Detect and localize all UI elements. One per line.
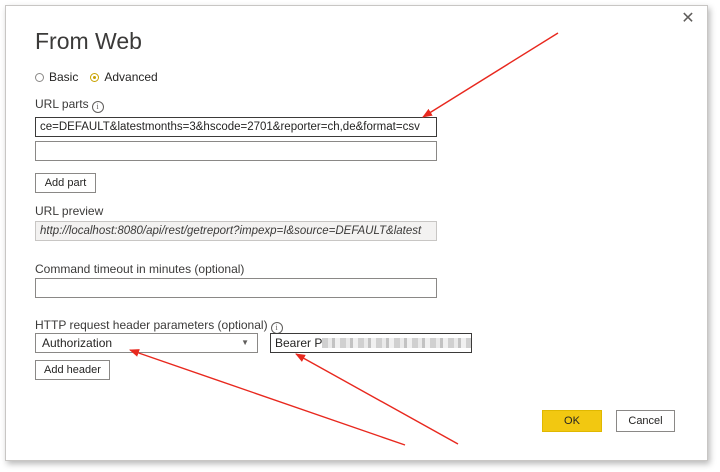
url-parts-label: URL parts <box>35 97 89 111</box>
radio-advanced-indicator <box>90 72 100 82</box>
url-preview-field: http://localhost:8080/api/rest/getreport… <box>35 221 437 241</box>
radio-basic-indicator <box>35 72 44 82</box>
radio-basic[interactable]: Basic <box>35 70 78 84</box>
timeout-input[interactable] <box>35 278 437 298</box>
chevron-down-icon: ▼ <box>241 338 249 347</box>
info-icon[interactable]: i <box>91 101 104 113</box>
close-icon[interactable]: ✕ <box>681 11 695 27</box>
url-parts-label-row: URL parts i <box>35 97 104 113</box>
url-preview-label: URL preview <box>35 204 104 218</box>
radio-advanced[interactable]: Advanced <box>90 70 158 84</box>
url-part-2-input[interactable] <box>35 141 437 161</box>
timeout-label: Command timeout in minutes (optional) <box>35 262 245 276</box>
add-part-button[interactable]: Add part <box>35 173 96 193</box>
cancel-button[interactable]: Cancel <box>616 410 675 432</box>
radio-advanced-label: Advanced <box>104 70 158 84</box>
header-name-value: Authorization <box>42 336 113 350</box>
radio-basic-label: Basic <box>49 70 79 84</box>
header-value-input[interactable]: Bearer P2 <box>270 333 472 353</box>
headers-label: HTTP request header parameters (optional… <box>35 318 268 332</box>
ok-button[interactable]: OK <box>542 410 602 432</box>
mode-radio-group: Basic Advanced <box>35 70 170 84</box>
url-preview-value: http://localhost:8080/api/rest/getreport… <box>40 225 422 237</box>
dialog-title: From Web <box>35 28 142 54</box>
redacted-token <box>322 338 471 348</box>
headers-label-row: HTTP request header parameters (optional… <box>35 318 283 334</box>
add-header-button[interactable]: Add header <box>35 360 110 380</box>
url-part-1-input[interactable]: ce=DEFAULT&latestmonths=3&hscode=2701&re… <box>35 117 437 137</box>
header-name-select[interactable]: Authorization ▼ <box>35 333 258 353</box>
header-value-prefix: Bearer P <box>275 336 323 350</box>
url-part-1-value: ce=DEFAULT&latestmonths=3&hscode=2701&re… <box>40 121 420 133</box>
